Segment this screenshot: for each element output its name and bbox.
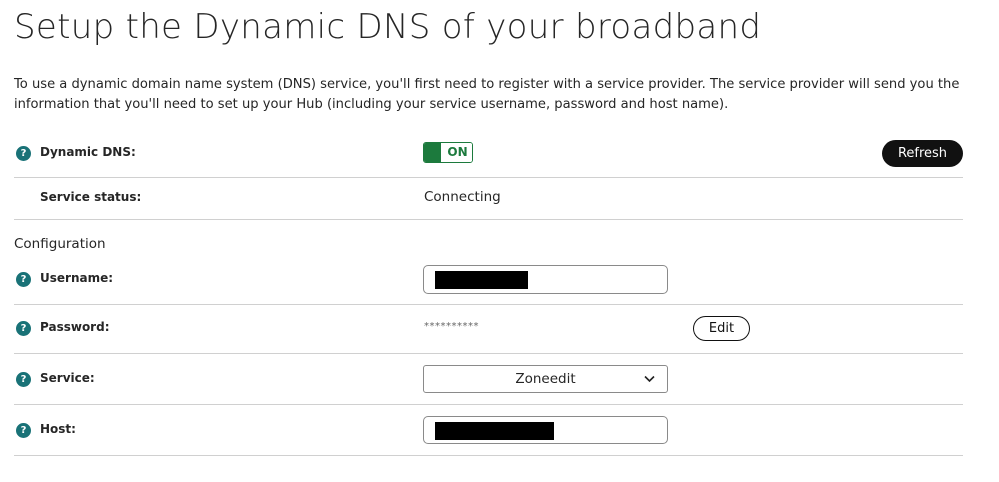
divider	[14, 304, 963, 305]
divider	[14, 219, 963, 220]
service-status-label: Service status:	[40, 190, 142, 204]
service-status-row: Service status: Connecting	[14, 188, 963, 210]
dynamic-dns-row: ? Dynamic DNS: ON Refresh	[14, 140, 963, 167]
service-selected-value: Zoneedit	[515, 371, 576, 387]
divider	[14, 177, 963, 178]
edit-password-button[interactable]: Edit	[693, 316, 750, 341]
refresh-button[interactable]: Refresh	[882, 140, 963, 167]
help-icon[interactable]: ?	[16, 372, 31, 387]
service-select[interactable]: Zoneedit	[423, 365, 668, 393]
toggle-knob	[424, 143, 441, 162]
help-icon[interactable]: ?	[16, 272, 31, 287]
divider	[14, 353, 963, 354]
username-row: ? Username:	[14, 265, 963, 294]
username-input[interactable]	[423, 265, 668, 294]
service-label: Service:	[40, 371, 95, 385]
help-icon[interactable]: ?	[16, 321, 31, 336]
service-status-value: Connecting	[424, 189, 501, 205]
host-input[interactable]	[423, 416, 668, 444]
toggle-state-label: ON	[443, 143, 472, 162]
divider	[14, 455, 963, 456]
password-masked-value: **********	[424, 321, 479, 332]
host-label: Host:	[40, 422, 76, 436]
configuration-heading: Configuration	[14, 236, 106, 252]
dynamic-dns-toggle[interactable]: ON	[423, 142, 473, 163]
page-title: Setup the Dynamic DNS of your broadband	[14, 7, 762, 47]
divider	[14, 404, 963, 405]
help-icon[interactable]: ?	[16, 146, 31, 161]
host-row: ? Host:	[14, 416, 963, 444]
password-label: Password:	[40, 320, 110, 334]
intro-text: To use a dynamic domain name system (DNS…	[14, 77, 960, 112]
help-icon[interactable]: ?	[16, 423, 31, 438]
password-row: ? Password: ********** Edit	[14, 316, 963, 341]
redacted-username	[435, 271, 528, 289]
username-label: Username:	[40, 271, 114, 285]
service-row: ? Service: Zoneedit	[14, 365, 963, 393]
chevron-down-icon	[644, 375, 655, 383]
dynamic-dns-label: Dynamic DNS:	[40, 145, 136, 159]
redacted-host	[435, 422, 554, 440]
